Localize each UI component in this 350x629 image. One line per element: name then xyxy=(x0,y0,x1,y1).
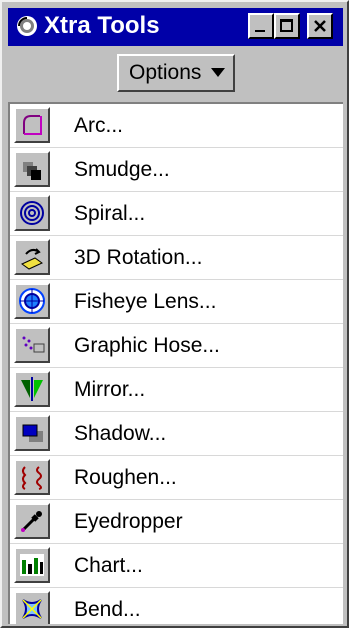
app-icon xyxy=(17,16,37,36)
3d-rotation-icon xyxy=(21,248,43,270)
tool-label: 3D Rotation... xyxy=(74,246,203,269)
minimize-button[interactable] xyxy=(248,13,274,39)
tool-label: Bend... xyxy=(74,598,141,621)
bend-icon xyxy=(22,599,42,619)
fisheye-lens-icon xyxy=(19,288,45,314)
minimize-icon xyxy=(255,30,265,32)
tool-item-bend[interactable]: Bend... xyxy=(10,588,343,624)
tool-label: Smudge... xyxy=(74,158,170,181)
eyedropper-icon-button[interactable] xyxy=(14,503,50,539)
dropdown-arrow-icon xyxy=(211,68,225,77)
tool-label: Graphic Hose... xyxy=(74,334,220,357)
tool-list: Arc... Smudge... Spiral... 3D Rotation..… xyxy=(10,104,343,624)
tool-item-smudge[interactable]: Smudge... xyxy=(10,148,343,192)
xtra-tools-window: Xtra Tools Options Arc... Smudge... Spir… xyxy=(0,0,349,628)
tool-label: Roughen... xyxy=(74,466,177,489)
3d-rotation-icon-button[interactable] xyxy=(14,239,50,275)
maximize-button[interactable] xyxy=(274,13,300,39)
shadow-icon-button[interactable] xyxy=(14,415,50,451)
title-bar[interactable]: Xtra Tools xyxy=(8,8,343,46)
arc-icon-button[interactable] xyxy=(14,107,50,143)
options-dropdown-button[interactable]: Options xyxy=(117,54,235,92)
close-icon xyxy=(314,20,326,32)
tool-item-chart[interactable]: Chart... xyxy=(10,544,343,588)
tool-item-arc[interactable]: Arc... xyxy=(10,104,343,148)
chart-icon-button[interactable] xyxy=(14,547,50,583)
tool-item-eyedropper[interactable]: Eyedropper xyxy=(10,500,343,544)
window-title: Xtra Tools xyxy=(44,12,160,39)
tool-item-spiral[interactable]: Spiral... xyxy=(10,192,343,236)
fisheye-lens-icon-button[interactable] xyxy=(14,283,50,319)
graphic-hose-icon-button[interactable] xyxy=(14,327,50,363)
tool-item-3d-rotation[interactable]: 3D Rotation... xyxy=(10,236,343,280)
mirror-icon-button[interactable] xyxy=(14,371,50,407)
tool-item-fisheye-lens[interactable]: Fisheye Lens... xyxy=(10,280,343,324)
arc-icon xyxy=(23,115,42,135)
tool-item-mirror[interactable]: Mirror... xyxy=(10,368,343,412)
smudge-icon xyxy=(23,162,41,180)
tool-item-shadow[interactable]: Shadow... xyxy=(10,412,343,456)
tool-item-roughen[interactable]: Roughen... xyxy=(10,456,343,500)
mirror-icon xyxy=(21,377,43,401)
tool-label: Shadow... xyxy=(74,422,167,445)
chart-icon xyxy=(20,554,44,576)
eyedropper-icon xyxy=(21,511,42,532)
roughen-icon xyxy=(22,466,42,490)
tool-item-graphic-hose[interactable]: Graphic Hose... xyxy=(10,324,343,368)
tool-label: Fisheye Lens... xyxy=(74,290,217,313)
maximize-icon xyxy=(280,19,293,32)
spiral-icon-button[interactable] xyxy=(14,195,50,231)
tool-label: Spiral... xyxy=(74,202,146,225)
bend-icon-button[interactable] xyxy=(14,591,50,624)
tool-label: Chart... xyxy=(74,554,143,577)
tool-label: Eyedropper xyxy=(74,510,183,533)
graphic-hose-icon xyxy=(22,336,45,353)
options-row: Options xyxy=(8,48,343,100)
tool-panel: Arc... Smudge... Spiral... 3D Rotation..… xyxy=(8,102,343,624)
roughen-icon-button[interactable] xyxy=(14,459,50,495)
options-label: Options xyxy=(129,61,202,84)
close-button[interactable] xyxy=(307,13,333,39)
smudge-icon-button[interactable] xyxy=(14,151,50,187)
shadow-icon xyxy=(22,424,43,442)
spiral-icon xyxy=(20,201,44,225)
tool-label: Mirror... xyxy=(74,378,146,401)
tool-label: Arc... xyxy=(74,114,124,137)
